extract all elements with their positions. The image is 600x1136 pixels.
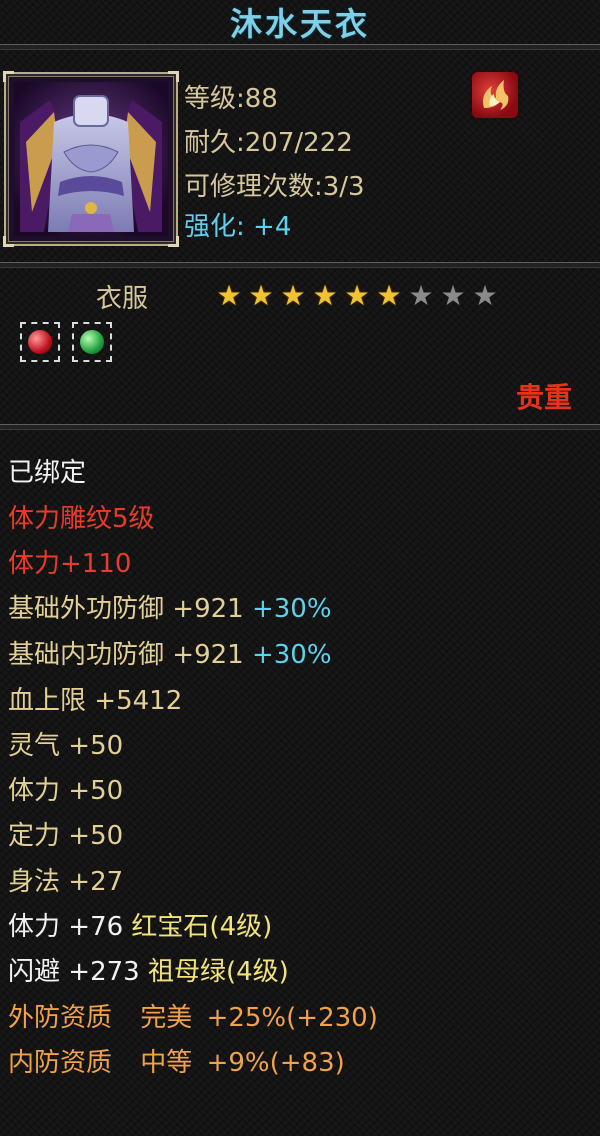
- quality-grade: 完美: [140, 1003, 193, 1033]
- attr-label: 体力: [8, 776, 61, 806]
- ext-quality-row: 外防资质 完美 +25%(+230): [8, 1001, 378, 1035]
- attr-value: +5412: [94, 686, 183, 716]
- star-filled-icon: ★: [344, 279, 370, 312]
- attr-value: +50: [68, 776, 124, 806]
- star-empty-icon: ★: [472, 279, 498, 312]
- gem-name: 祖母绿(4级): [147, 957, 289, 987]
- armor-robe-icon: [14, 82, 168, 236]
- item-title-bar: 沐水天衣: [0, 0, 600, 44]
- item-icon-frame: [3, 71, 179, 247]
- quality-label: 外防资质: [8, 1003, 113, 1033]
- star-filled-icon: ★: [376, 279, 402, 312]
- dodge-gem-row: 闪避 +273 祖母绿(4级): [8, 955, 289, 989]
- star-filled-icon: ★: [280, 279, 306, 312]
- attr-percent: +30%: [251, 594, 332, 624]
- quality-value: +9%(+83): [206, 1048, 345, 1078]
- attr-label: 基础外功防御: [8, 594, 165, 624]
- engrave-level: 体力雕纹5级: [8, 504, 155, 534]
- divider: [0, 262, 600, 268]
- star-rating: ★ ★ ★ ★ ★ ★ ★ ★ ★: [214, 282, 500, 310]
- attr-value: +50: [68, 821, 124, 851]
- item-repair-count: 可修理次数:3/3: [184, 172, 365, 202]
- attr-value: +50: [68, 731, 124, 761]
- gem-name: 红宝石(4级): [131, 912, 273, 942]
- attr-label: 闪避: [8, 957, 61, 987]
- attr-percent: +30%: [251, 640, 332, 670]
- quality-value: +25%(+230): [206, 1003, 378, 1033]
- hp-row: 血上限 +5412: [8, 684, 182, 718]
- gem-slot-red[interactable]: [20, 322, 60, 362]
- ext-defense-row: 基础外功防御 +921 +30%: [8, 592, 332, 626]
- divider: [0, 44, 600, 50]
- focus-row: 定力 +50: [8, 819, 123, 853]
- enhance-label: 强化:: [184, 212, 245, 242]
- enhance-value: +4: [253, 212, 292, 242]
- star-filled-icon: ★: [216, 279, 242, 312]
- item-enhance: 强化: +4: [184, 206, 291, 243]
- attr-value: +76: [68, 912, 124, 942]
- agility-row: 身法 +27: [8, 865, 123, 899]
- bound-status: 已绑定: [8, 458, 87, 488]
- attr-label: 灵气: [8, 731, 61, 761]
- star-filled-icon: ★: [312, 279, 338, 312]
- star-empty-icon: ★: [440, 279, 466, 312]
- attr-value: +921: [172, 640, 244, 670]
- vitality-row: 体力 +50: [8, 774, 123, 808]
- attr-label: 基础内功防御: [8, 640, 165, 670]
- green-gem-icon: [80, 330, 104, 354]
- quality-label: 内防资质: [8, 1048, 113, 1078]
- star-filled-icon: ★: [248, 279, 274, 312]
- item-name: 沐水天衣: [229, 5, 370, 43]
- attr-label: 身法: [8, 867, 61, 897]
- attr-label: 定力: [8, 821, 61, 851]
- attr-label: 血上限: [8, 686, 87, 716]
- rarity-label: 贵重: [515, 381, 572, 414]
- vitality-gem-row: 体力 +76 红宝石(4级): [8, 910, 272, 944]
- set-flame-badge-icon: [472, 72, 518, 118]
- star-empty-icon: ★: [408, 279, 434, 312]
- attr-value: +273: [68, 957, 140, 987]
- spirit-row: 灵气 +50: [8, 729, 123, 763]
- item-category: 衣服: [96, 284, 149, 314]
- int-defense-row: 基础内功防御 +921 +30%: [8, 638, 332, 672]
- gem-slot-green[interactable]: [72, 322, 112, 362]
- item-durability: 耐久:207/222: [184, 128, 353, 158]
- engrave-bonus: 体力+110: [8, 549, 132, 579]
- red-gem-icon: [28, 330, 52, 354]
- attr-label: 体力: [8, 912, 61, 942]
- quality-grade: 中等: [140, 1048, 193, 1078]
- int-quality-row: 内防资质 中等 +9%(+83): [8, 1046, 345, 1080]
- item-level: 等级:88: [184, 84, 278, 114]
- attr-value: +921: [172, 594, 244, 624]
- divider: [0, 424, 600, 430]
- attr-value: +27: [68, 867, 124, 897]
